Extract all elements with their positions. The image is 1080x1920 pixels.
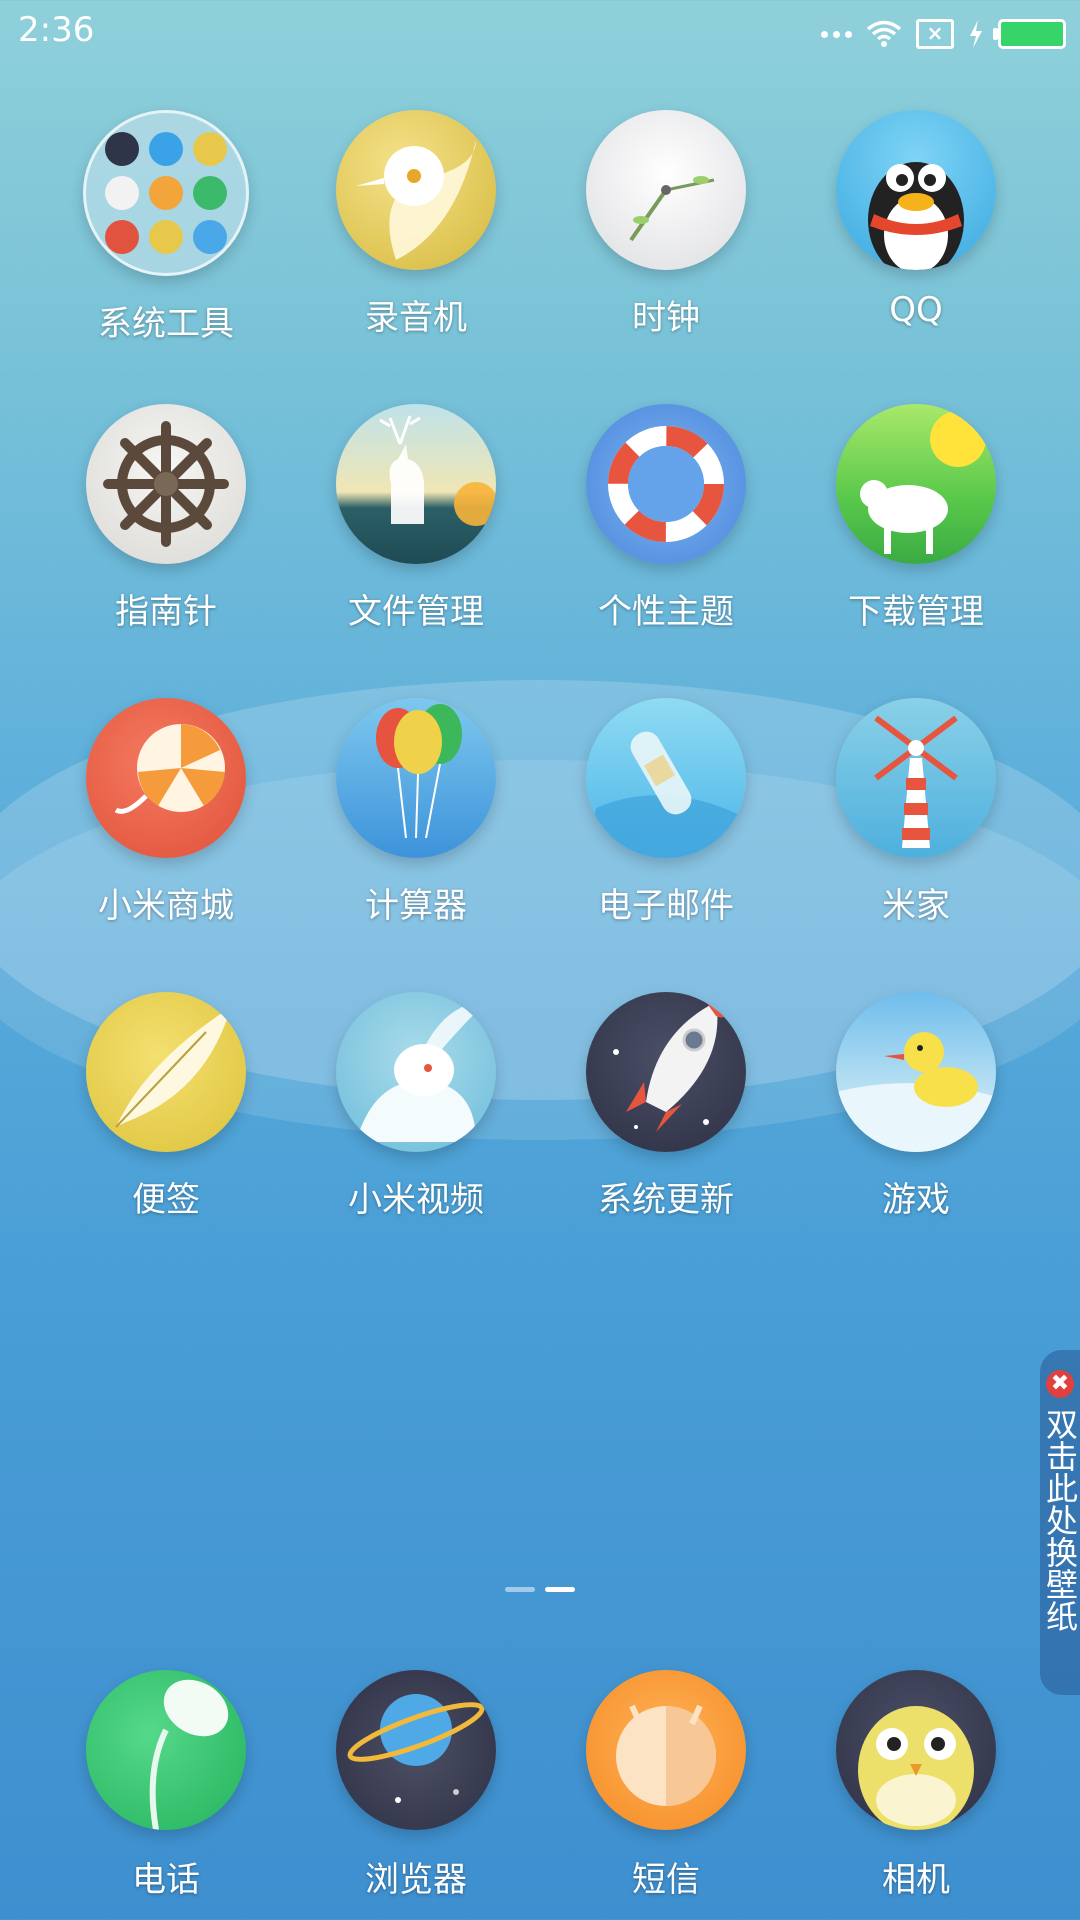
app-camera[interactable]: 相机 xyxy=(816,1670,1016,1901)
no-sim-icon: × xyxy=(916,19,954,49)
close-icon[interactable]: ✖ xyxy=(1046,1370,1074,1398)
app-label: 录音机 xyxy=(365,298,467,338)
more-icon xyxy=(821,30,852,38)
rabbit-icon xyxy=(336,992,496,1152)
feather-icon xyxy=(86,992,246,1152)
app-label: 系统更新 xyxy=(598,1180,734,1220)
app-notes[interactable]: 便签 xyxy=(66,992,266,1221)
app-label: 时钟 xyxy=(632,298,700,338)
phone-leaf-icon xyxy=(86,1670,246,1830)
app-label: 下载管理 xyxy=(848,592,984,632)
change-wallpaper-label: 双击此处换壁纸 xyxy=(1041,1408,1079,1632)
app-label: 相机 xyxy=(882,1860,950,1900)
app-downloads[interactable]: 下载管理 xyxy=(816,404,1016,633)
app-system-tools[interactable]: 系统工具 xyxy=(66,110,266,345)
page-dot-active[interactable] xyxy=(545,1587,575,1592)
balloons-icon xyxy=(336,698,496,858)
change-wallpaper-tab[interactable]: ✖ 双击此处换壁纸 xyxy=(1040,1350,1080,1695)
page-dot[interactable] xyxy=(505,1587,535,1592)
app-label: 游戏 xyxy=(882,1180,950,1220)
dock: 电话 浏览器 短信 相机 xyxy=(0,1670,1080,1910)
lighthouse-windmill-icon xyxy=(836,698,996,858)
app-label: 电话 xyxy=(132,1860,200,1900)
app-row: 小米商城 计算器 电子邮件 米家 xyxy=(0,698,1080,938)
app-mi-video[interactable]: 小米视频 xyxy=(316,992,516,1221)
app-file-manager[interactable]: 文件管理 xyxy=(316,404,516,633)
app-games[interactable]: 游戏 xyxy=(816,992,1016,1221)
page-indicator xyxy=(505,1587,575,1592)
wifi-icon xyxy=(866,20,902,47)
app-label: 便签 xyxy=(132,1180,200,1220)
app-label: QQ xyxy=(889,290,943,330)
app-row: 便签 小米视频 系统更新 游戏 xyxy=(0,992,1080,1232)
app-label: 米家 xyxy=(882,886,950,926)
app-row: 系统工具 录音机 时钟 QQ xyxy=(0,110,1080,350)
status-time: 2:36 xyxy=(18,10,95,50)
lifebuoy-icon xyxy=(586,404,746,564)
umbrella-icon xyxy=(86,698,246,858)
app-qq[interactable]: QQ xyxy=(816,110,1016,330)
rocket-icon xyxy=(586,992,746,1152)
app-compass[interactable]: 指南针 xyxy=(66,404,266,633)
app-label: 文件管理 xyxy=(348,592,484,632)
app-mi-store[interactable]: 小米商城 xyxy=(66,698,266,927)
qq-penguin-icon xyxy=(836,110,996,270)
app-recorder[interactable]: 录音机 xyxy=(316,110,516,339)
message-icon xyxy=(586,1670,746,1830)
app-label: 系统工具 xyxy=(98,304,234,344)
recorder-bird-icon xyxy=(336,110,496,270)
compass-wheel-icon xyxy=(86,404,246,564)
owl-icon xyxy=(836,1670,996,1830)
message-bottle-icon xyxy=(586,698,746,858)
app-phone[interactable]: 电话 xyxy=(66,1670,266,1901)
app-themes[interactable]: 个性主题 xyxy=(566,404,766,633)
app-mijia[interactable]: 米家 xyxy=(816,698,1016,927)
app-updater[interactable]: 系统更新 xyxy=(566,992,766,1221)
app-label: 小米商城 xyxy=(98,886,234,926)
app-label: 电子邮件 xyxy=(598,886,734,926)
duck-icon xyxy=(836,992,996,1152)
folder-icon xyxy=(83,110,249,276)
app-row: 指南针 文件管理 个性主题 下载管理 xyxy=(0,404,1080,644)
app-label: 指南针 xyxy=(115,592,217,632)
planet-icon xyxy=(336,1670,496,1830)
status-icons: × xyxy=(821,14,1066,54)
deer-icon xyxy=(336,404,496,564)
app-messages[interactable]: 短信 xyxy=(566,1670,766,1901)
sheep-icon xyxy=(836,404,996,564)
app-label: 个性主题 xyxy=(598,592,734,632)
status-bar: 2:36 × xyxy=(0,0,1080,64)
charging-icon xyxy=(970,20,982,48)
clock-icon xyxy=(586,110,746,270)
app-label: 短信 xyxy=(632,1860,700,1900)
app-clock[interactable]: 时钟 xyxy=(566,110,766,339)
app-calculator[interactable]: 计算器 xyxy=(316,698,516,927)
app-label: 小米视频 xyxy=(348,1180,484,1220)
app-browser[interactable]: 浏览器 xyxy=(316,1670,516,1901)
app-email[interactable]: 电子邮件 xyxy=(566,698,766,927)
app-label: 计算器 xyxy=(365,886,467,926)
app-label: 浏览器 xyxy=(365,1860,467,1900)
battery-icon xyxy=(993,19,1066,49)
